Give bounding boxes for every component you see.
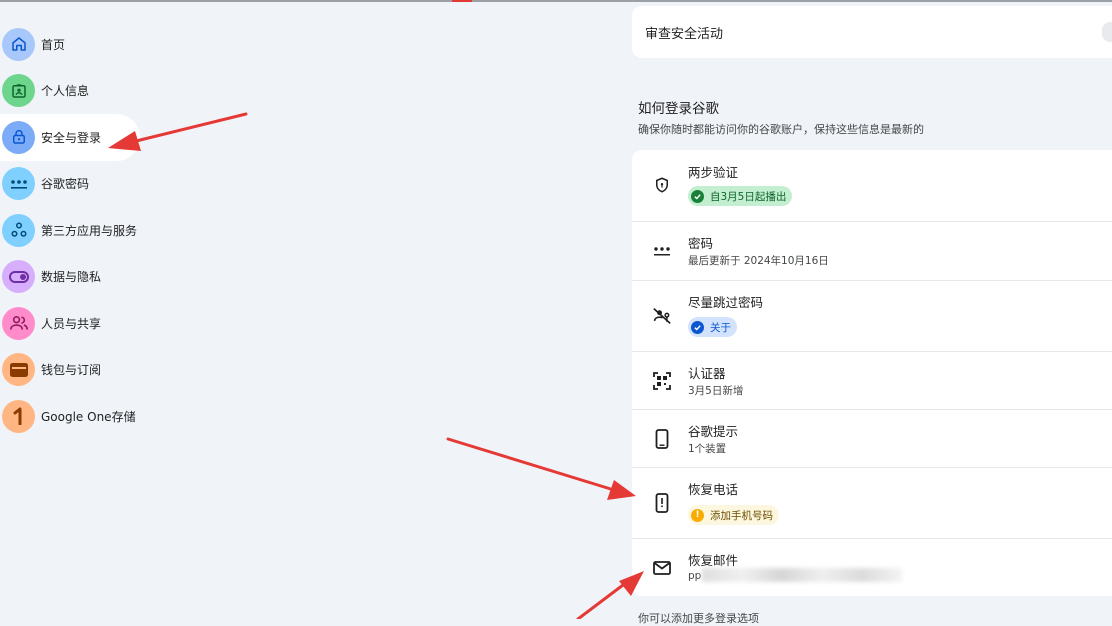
- row-title: 谷歌提示: [688, 424, 739, 439]
- chevron-right-icon: [1102, 22, 1112, 42]
- row-title: 尽量跳过密码: [688, 295, 764, 310]
- sidebar-item-label: 安全与登录: [41, 130, 102, 145]
- top-border: [0, 0, 1112, 2]
- sidebar-item-google-one[interactable]: Google One存储: [0, 393, 140, 440]
- sidebar-item-home[interactable]: 首页: [0, 21, 140, 68]
- row-password[interactable]: 密码 最后更新于 2024年10月16日: [632, 221, 1112, 280]
- row-authenticator[interactable]: 认证器 3月5日新增: [632, 351, 1112, 409]
- section-description: 确保你随时都能访问你的谷歌账户，保持这些信息是最新的: [638, 123, 924, 136]
- google-one-icon: [2, 399, 35, 433]
- phone-icon: [651, 428, 673, 450]
- lock-icon: [2, 120, 35, 154]
- shield-icon: [651, 174, 673, 196]
- sidebar-item-third-party[interactable]: 第三方应用与服务: [0, 207, 140, 254]
- sidebar-item-label: 数据与隐私: [41, 270, 102, 285]
- status-badge-label: 自3月5日起播出: [710, 190, 787, 203]
- password-dots-icon: [2, 167, 35, 201]
- qr-code-icon: [651, 370, 673, 392]
- status-badge: ! 添加手机号码: [688, 505, 779, 525]
- alert-circle-icon: !: [691, 508, 704, 522]
- sidebar-item-label: 人员与共享: [41, 316, 102, 331]
- row-recovery-email[interactable]: 恢复邮件 pp: [632, 538, 1112, 596]
- passkey-off-icon: [651, 305, 673, 327]
- sidebar-nav: 首页 个人信息 安全与登录 谷歌密码 第三方应用与服务 数据与隐私 人员与共享 …: [0, 21, 200, 440]
- row-title: 密码: [688, 236, 714, 251]
- row-recovery-phone[interactable]: 恢复电话 ! 添加手机号码: [632, 467, 1112, 538]
- toggle-icon: [2, 260, 35, 294]
- phone-alert-icon: [651, 492, 673, 514]
- check-circle-icon: [691, 189, 704, 203]
- sidebar-item-label: 谷歌密码: [41, 177, 90, 192]
- arrow-to-recovery-phone: [446, 437, 636, 500]
- row-title: 恢复电话: [688, 482, 739, 497]
- row-two-step-verification[interactable]: 两步验证 自3月5日起播出: [632, 150, 1112, 221]
- sidebar-item-label: 首页: [41, 37, 66, 52]
- section-title: 如何登录谷歌: [638, 101, 719, 117]
- status-badge-label: 关于: [710, 321, 731, 334]
- row-title: 恢复邮件: [688, 553, 739, 568]
- status-badge-label: 添加手机号码: [710, 509, 773, 522]
- wallet-icon: [2, 353, 35, 387]
- row-skip-password[interactable]: 尽量跳过密码 关于: [632, 280, 1112, 351]
- home-icon: [2, 27, 35, 61]
- apps-network-icon: [2, 213, 35, 247]
- mail-icon: [651, 557, 673, 579]
- sidebar-item-label: 个人信息: [41, 84, 90, 99]
- redacted-email: [702, 568, 902, 582]
- sidebar-item-wallet[interactable]: 钱包与订阅: [0, 347, 140, 394]
- sidebar-item-label: 钱包与订阅: [41, 363, 102, 378]
- sidebar-item-people-sharing[interactable]: 人员与共享: [0, 300, 140, 347]
- sidebar-item-label: 第三方应用与服务: [41, 223, 138, 238]
- row-title: 认证器: [688, 366, 726, 381]
- signin-methods-list: 两步验证 自3月5日起播出 密码 最后更新于 2024年10月16日 尽量跳过密…: [632, 150, 1112, 596]
- sidebar-item-label: Google One存储: [41, 409, 136, 424]
- row-subtitle: pp: [688, 570, 702, 582]
- id-card-icon: [2, 74, 35, 108]
- row-subtitle: 最后更新于 2024年10月16日: [688, 255, 829, 267]
- top-red-mark: [452, 0, 472, 2]
- row-google-prompts[interactable]: 谷歌提示 1个装置: [632, 409, 1112, 467]
- sidebar-item-data-privacy[interactable]: 数据与隐私: [0, 254, 140, 301]
- row-subtitle: 3月5日新增: [688, 385, 744, 397]
- password-dots-icon: [651, 240, 673, 262]
- status-badge: 关于: [688, 317, 737, 337]
- footer-hint: 你可以添加更多登录选项: [638, 612, 759, 625]
- row-subtitle: 1个装置: [688, 443, 727, 455]
- row-title: 两步验证: [688, 165, 739, 180]
- sidebar-item-personal-info[interactable]: 个人信息: [0, 68, 140, 115]
- status-badge: 自3月5日起播出: [688, 186, 793, 206]
- sidebar-item-security[interactable]: 安全与登录: [0, 114, 140, 161]
- sidebar-item-passwords[interactable]: 谷歌密码: [0, 161, 140, 208]
- review-security-activity-label: 审查安全活动: [645, 26, 724, 42]
- check-circle-icon: [691, 320, 704, 334]
- people-icon: [2, 306, 35, 340]
- review-security-activity-card[interactable]: 审查安全活动: [632, 6, 1112, 58]
